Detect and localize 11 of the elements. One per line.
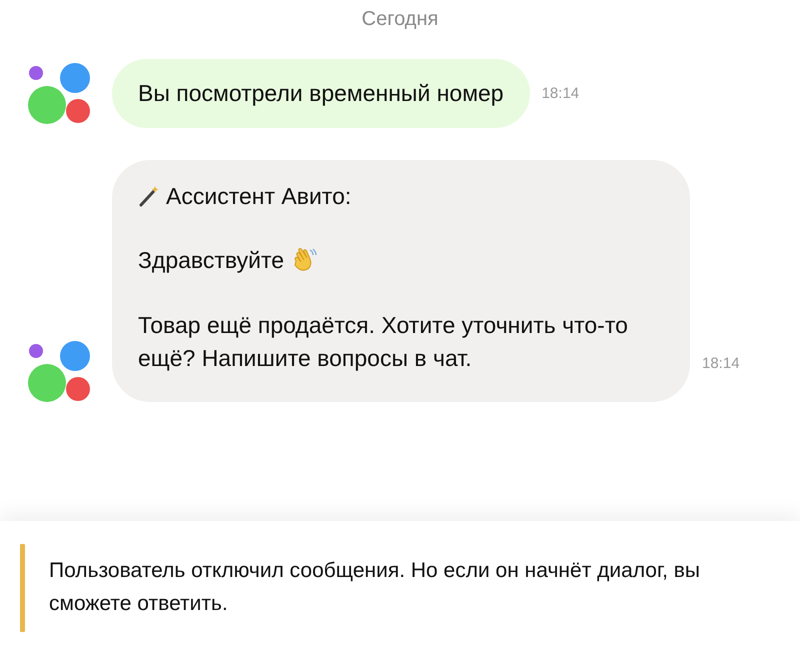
greeting-text: Здравствуйте xyxy=(138,246,284,276)
message-time: 18:14 xyxy=(542,84,580,102)
notice-text: Пользователь отключил сообщения. Но если он начнёт диалог, вы сможете ответить. xyxy=(49,558,701,617)
logo-icon xyxy=(28,62,92,124)
date-divider: Сегодня xyxy=(362,8,438,31)
sender-name: Ассистент Авито: xyxy=(166,182,352,211)
message-text: Товар ещё продаётся. Хотите уточнить что-то ещё? Напишите вопросы в чат. xyxy=(138,310,629,373)
magic-wand-icon xyxy=(138,184,160,207)
message-bubble: Вы посмотрели временный номер xyxy=(112,59,530,128)
logo-icon xyxy=(28,340,92,402)
message-time: 18:14 xyxy=(702,355,740,372)
